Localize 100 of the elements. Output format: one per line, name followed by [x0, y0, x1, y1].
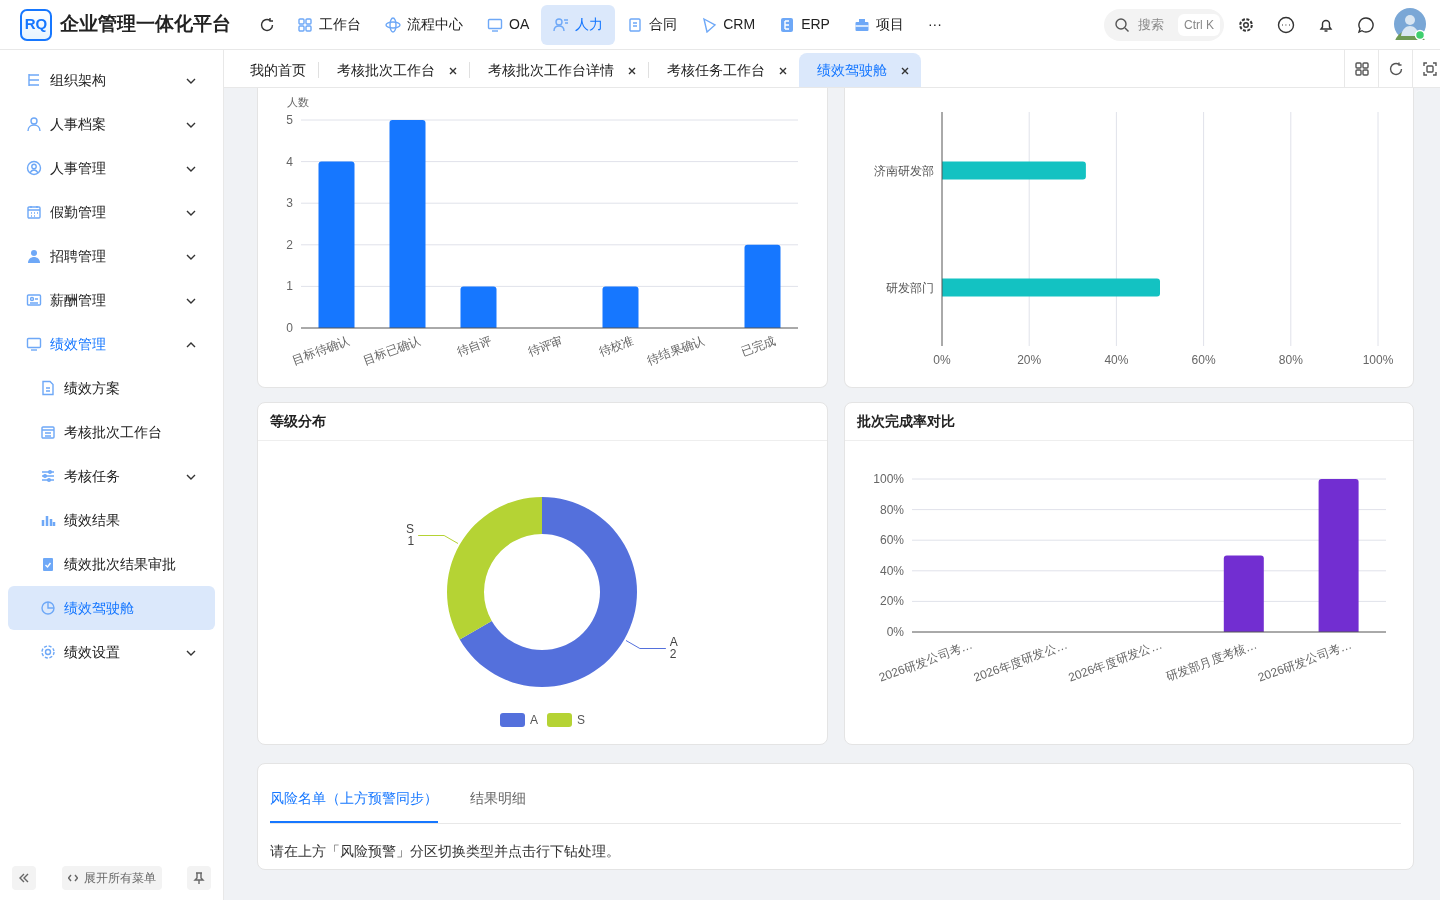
person-icon — [26, 248, 42, 264]
tick-label: 5 — [286, 113, 293, 127]
nav-item[interactable]: 流程中心 — [373, 4, 475, 45]
tick-label: 4 — [286, 154, 293, 169]
tick-label: 0 — [286, 321, 293, 335]
tick-label: 0% — [886, 625, 904, 639]
double-chevron-icon — [18, 872, 30, 884]
category-label: 待评审 — [525, 333, 565, 360]
pie-icon — [40, 600, 56, 616]
tick-label: 100% — [872, 472, 904, 486]
tab[interactable]: 结果明细 — [470, 778, 526, 823]
chat-dots-icon — [1277, 15, 1295, 34]
document-icon — [627, 16, 644, 33]
sidebar-item[interactable]: 人事档案 — [8, 102, 215, 146]
close-icon — [628, 66, 636, 75]
nav-item[interactable]: CRM — [689, 4, 768, 45]
shortcut-hint: Ctrl K — [1178, 13, 1220, 36]
close-icon — [449, 66, 457, 75]
tick-label: 40% — [1103, 353, 1128, 367]
close-icon — [779, 66, 787, 75]
sidebar-item[interactable]: 绩效结果 — [8, 498, 215, 542]
data-label: A — [669, 634, 678, 649]
sidebar-item[interactable]: 薪酬管理 — [8, 278, 215, 322]
close-icon — [901, 66, 909, 75]
atom-icon — [385, 16, 401, 33]
tab[interactable]: 我的首页 — [232, 53, 318, 87]
settings-icon — [1238, 16, 1254, 33]
tab[interactable]: 考核任务工作台 — [649, 53, 799, 87]
tick-label: 2 — [286, 237, 293, 252]
tick-label: 3 — [286, 196, 293, 211]
data-label: 2 — [669, 646, 677, 661]
logo: RQ — [20, 8, 52, 41]
legend-label: A — [530, 713, 538, 727]
sidebar-item[interactable]: 考核任务 — [8, 454, 215, 498]
tick-label: 80% — [879, 502, 904, 517]
tick-label: 60% — [879, 533, 904, 548]
play-icon — [701, 16, 718, 33]
search-field[interactable]: 搜索 Ctrl K — [1104, 8, 1224, 41]
collapse-button[interactable] — [12, 866, 36, 890]
sidebar-item[interactable]: 假勤管理 — [8, 190, 215, 234]
fullscreen-icon — [1422, 62, 1437, 76]
sidebar-item[interactable]: 绩效方案 — [8, 366, 215, 410]
speech-bubble-icon — [1357, 15, 1375, 34]
tab[interactable]: 考核批次工作台详情 — [470, 53, 648, 87]
grid-icon — [297, 16, 313, 33]
data-label: S — [406, 521, 415, 536]
data-label: 1 — [407, 533, 415, 548]
card-title: 等级分布 — [258, 403, 827, 441]
category-label: 2026研发公司考… — [876, 637, 974, 685]
refresh-icon — [1388, 62, 1403, 76]
card-title: 批次完成率对比 — [844, 403, 1413, 441]
category-label: 待结果确认 — [645, 333, 707, 368]
app-title: 企业管理一体化平台 — [60, 12, 231, 37]
sidebar-item[interactable]: 绩效管理 — [8, 322, 215, 366]
tab[interactable]: 考核批次工作台 — [319, 53, 469, 87]
nav-item[interactable]: 项目 — [841, 4, 916, 45]
calendar-icon — [26, 204, 42, 220]
tick-label: 1 — [286, 279, 293, 294]
axis-title: 人数 — [287, 96, 309, 108]
expand-all-button[interactable]: 展开所有菜单 — [61, 866, 162, 890]
tick-label: 0% — [932, 353, 951, 367]
calendar-icon — [40, 424, 56, 440]
sliders-icon — [40, 468, 56, 484]
category-label: 2026年度研发公… — [971, 637, 1069, 685]
tick-label: 100% — [1362, 353, 1393, 367]
clipboard-check-icon — [40, 556, 56, 572]
sidebar-item[interactable]: 人事管理 — [8, 146, 215, 190]
nav-item[interactable]: 合同 — [615, 4, 690, 45]
tick-label: 40% — [879, 563, 904, 578]
tick-label: 80% — [1278, 353, 1303, 367]
sidebar-item[interactable]: 组织架构 — [8, 58, 215, 102]
user-circle-icon — [26, 160, 42, 176]
grid-icon — [1354, 62, 1369, 76]
sidebar-item[interactable]: 绩效批次结果审批 — [8, 542, 215, 586]
sidebar-item[interactable]: 招聘管理 — [8, 234, 215, 278]
briefcase-icon — [853, 16, 870, 33]
sidebar-item[interactable]: 绩效设置 — [8, 630, 215, 674]
category-label: 济南研发部 — [873, 163, 934, 178]
more-button[interactable]: ··· — [915, 4, 954, 45]
person-icon — [26, 116, 42, 132]
nav-item[interactable]: ERP — [767, 4, 842, 45]
tick-label: 60% — [1191, 353, 1216, 367]
nav-item[interactable]: OA — [475, 4, 542, 45]
search-icon — [1114, 16, 1130, 33]
gear-icon — [40, 644, 56, 660]
user-list-icon — [553, 16, 570, 33]
bar — [460, 286, 497, 328]
monitor-icon — [26, 336, 42, 352]
nav-item[interactable]: 工作台 — [285, 4, 373, 45]
avatar[interactable] — [1394, 7, 1428, 42]
category-label: 已完成 — [738, 333, 778, 360]
category-label: 待自评 — [454, 333, 494, 360]
tick-label: 20% — [879, 594, 904, 609]
tab[interactable]: 风险名单（上方预警同步） — [270, 778, 438, 823]
pin-button[interactable] — [187, 866, 211, 890]
sidebar-item[interactable]: 考核批次工作台 — [8, 410, 215, 454]
leader-line — [417, 535, 459, 544]
bar — [602, 286, 639, 328]
monitor-icon — [487, 16, 503, 33]
pin-icon — [193, 872, 205, 884]
